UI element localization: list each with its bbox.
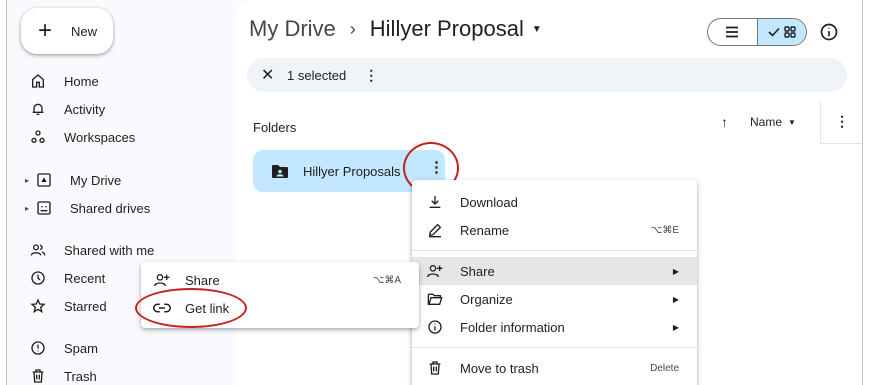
caret-right-icon[interactable]: ▸ [25, 204, 35, 213]
trash-icon [29, 367, 47, 385]
sidebar-item-workspaces[interactable]: Workspaces [7, 124, 235, 150]
pencil-icon [426, 221, 444, 239]
star-icon [29, 297, 47, 315]
grid-view-button[interactable] [756, 19, 806, 45]
info-icon [426, 318, 444, 336]
sort-field[interactable]: Name [750, 115, 782, 129]
sidebar-item-home[interactable]: Home [7, 68, 235, 94]
caret-right-icon: ▶ [672, 266, 679, 276]
more-vert-icon[interactable]: ⋮ [835, 113, 849, 130]
menu-item-download[interactable]: Download [412, 188, 697, 216]
selection-count: 1 selected [287, 67, 347, 83]
breadcrumb-separator: › [349, 18, 356, 39]
close-icon[interactable]: ✕ [261, 65, 275, 85]
menu-item-folder-information[interactable]: Folder information ▶ [412, 313, 697, 341]
sidebar-item-activity[interactable]: Activity [7, 96, 235, 122]
new-button[interactable]: + New [21, 8, 113, 54]
caret-right-icon: ▶ [672, 294, 679, 304]
more-vert-icon[interactable]: ⋮ [364, 67, 378, 84]
menu-item-move-to-trash[interactable]: Move to trash Delete [412, 354, 697, 382]
section-heading: Folders [253, 120, 297, 135]
caret-down-icon[interactable]: ▼ [532, 24, 542, 35]
menu-divider [412, 250, 697, 251]
spam-icon [29, 339, 47, 357]
caret-right-icon: ▶ [672, 322, 679, 332]
selection-bar: ✕ 1 selected ⋮ [247, 58, 847, 92]
grid-icon [784, 26, 796, 38]
folder-name: Hillyer Proposals [303, 163, 401, 179]
sidebar-item-my-drive[interactable]: ▸ My Drive [7, 167, 235, 193]
new-button-label: New [71, 23, 98, 39]
menu-item-organize[interactable]: Organize ▶ [412, 285, 697, 313]
shortcut-label: ⌥⌘A [372, 274, 401, 286]
sort-control: ↑ Name ▼ [721, 114, 796, 130]
breadcrumb-current[interactable]: Hillyer Proposal [370, 16, 524, 42]
sidebar-item-trash[interactable]: Trash [7, 363, 235, 385]
context-menu: Download Rename ⌥⌘E Share ▶ Organize ▶ F… [412, 180, 697, 385]
folder-open-icon [426, 290, 444, 308]
list-view-button[interactable] [708, 19, 757, 45]
info-icon[interactable] [819, 22, 839, 42]
check-icon [768, 27, 780, 37]
sidebar-item-shared-drives[interactable]: ▸ Shared drives [7, 195, 235, 221]
menu-item-rename[interactable]: Rename ⌥⌘E [412, 216, 697, 244]
drive-icon [35, 171, 53, 189]
shared-drives-icon [35, 199, 53, 217]
person-add-icon [153, 271, 171, 289]
plus-icon: + [37, 17, 52, 44]
caret-right-icon[interactable]: ▸ [25, 176, 35, 185]
trash-icon [426, 359, 444, 377]
person-add-icon [426, 262, 444, 280]
workspaces-icon [29, 128, 47, 146]
sidebar-item-spam[interactable]: Spam [7, 335, 235, 361]
menu-divider [412, 347, 697, 348]
shortcut-label: Delete [650, 362, 679, 374]
highlight-circle [135, 288, 247, 328]
bell-icon [29, 100, 47, 118]
breadcrumb-root[interactable]: My Drive [249, 16, 336, 42]
shared-folder-icon [271, 164, 289, 179]
sidebar-item-shared-with-me[interactable]: Shared with me [7, 237, 235, 263]
list-icon [725, 26, 739, 38]
arrow-up-icon[interactable]: ↑ [721, 114, 728, 130]
caret-down-icon[interactable]: ▼ [788, 118, 796, 127]
home-icon [29, 72, 47, 90]
view-toggle [707, 18, 807, 46]
download-icon [426, 193, 444, 211]
breadcrumb: My Drive › Hillyer Proposal ▼ [249, 16, 542, 42]
menu-item-share[interactable]: Share ▶ [412, 257, 697, 285]
people-icon [29, 241, 47, 259]
drive-window: + New Home Activity Workspaces ▸ My Driv… [6, 0, 863, 385]
clock-icon [29, 269, 47, 287]
shortcut-label: ⌥⌘E [650, 224, 679, 236]
